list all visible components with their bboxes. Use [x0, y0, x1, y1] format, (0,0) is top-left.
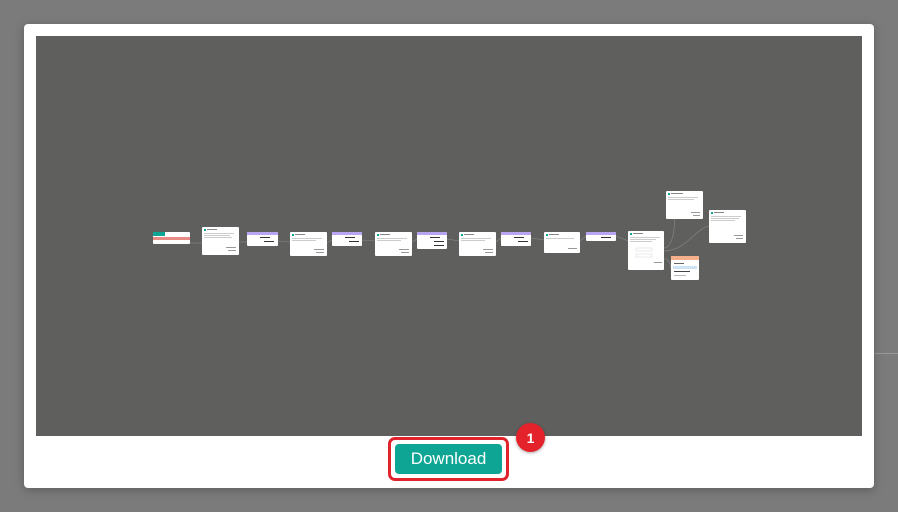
workflow-node-end — [709, 210, 746, 243]
workflow-node-purple-1 — [247, 232, 278, 246]
export-modal: Download — [24, 24, 874, 488]
workflow-node-purple-3 — [417, 232, 447, 249]
workflow-node-branch-bottom — [671, 256, 699, 280]
download-button-highlight: Download — [388, 437, 509, 481]
workflow-node-4 — [459, 232, 496, 256]
background-page-left — [0, 272, 26, 322]
workflow-node-decision — [628, 231, 664, 270]
workflow-node-purple-2 — [332, 232, 362, 246]
workflow-node-1 — [202, 227, 239, 255]
workflow-node-2 — [290, 232, 327, 256]
workflow-node-purple-5 — [586, 232, 616, 241]
workflow-node-3 — [375, 232, 412, 256]
download-button[interactable]: Download — [395, 444, 502, 474]
background-page-right — [872, 268, 898, 358]
workflow-preview-image — [36, 36, 862, 436]
workflow-node-branch-top — [666, 191, 703, 219]
workflow-node-5 — [544, 232, 580, 253]
step-callout-badge: 1 — [516, 423, 545, 452]
workflow-node-purple-4 — [501, 232, 531, 246]
workflow-node-start — [153, 232, 190, 244]
